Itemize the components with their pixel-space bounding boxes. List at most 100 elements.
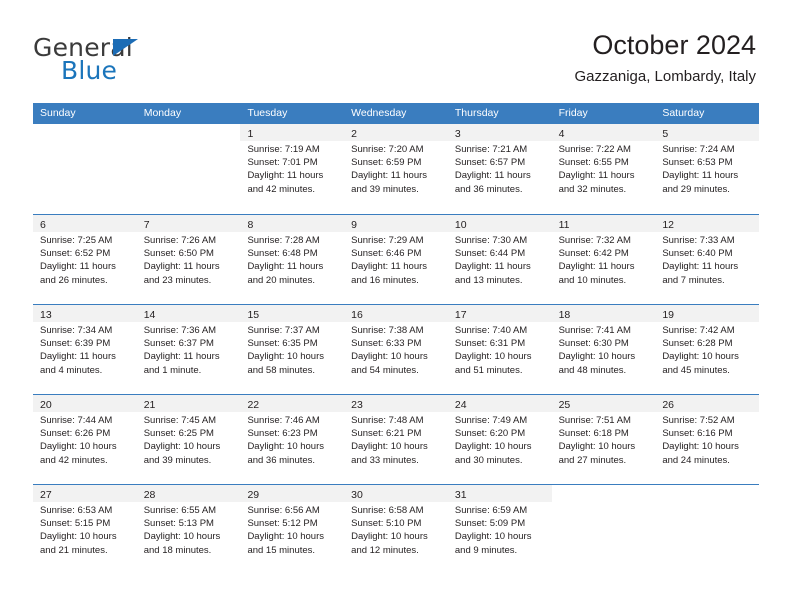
- day-number: 21: [143, 399, 156, 411]
- calendar-day-cell[interactable]: 7 Sunrise: 7:26 AM Sunset: 6:50 PM Daylight…: [136, 215, 241, 304]
- calendar-day-cell[interactable]: 8 Sunrise: 7:28 AM Sunset: 6:48 PM Daylight…: [240, 215, 345, 304]
- sunrise-text: Sunrise: 6:56 AM: [247, 505, 320, 516]
- calendar-grid: Sunday Monday Tuesday Wednesday Thursday…: [33, 103, 760, 574]
- daylight-text-line2: and 27 minutes.: [558, 454, 627, 466]
- sunset-text: Sunset: 5:09 PM: [454, 518, 526, 530]
- day-info: Sunrise: 6:55 AM Sunset: 5:13 PM Daylight:…: [137, 502, 241, 557]
- calendar-day-cell[interactable]: 23 Sunrise: 7:48 AM Sunset: 6:21 PM Dayligh…: [344, 395, 448, 484]
- calendar-day-cell[interactable]: 10 Sunrise: 7:30 AM Sunset: 6:44 PM Dayligh…: [447, 215, 552, 304]
- calendar-day-cell[interactable]: 19 Sunrise: 7:42 AM Sunset: 6:28 PM Dayligh…: [655, 305, 760, 394]
- day-number: 11: [558, 219, 570, 231]
- calendar-day-cell[interactable]: 14 Sunrise: 7:36 AM Sunset: 6:37 PM Dayligh…: [136, 305, 241, 394]
- daylight-text-line2: and 18 minutes.: [143, 544, 212, 556]
- daylight-text-line1: Daylight: 11 hours: [247, 261, 324, 273]
- sunset-text: Sunset: 6:28 PM: [662, 338, 733, 350]
- day-info: Sunrise: 7:48 AM Sunset: 6:21 PM Daylight:…: [344, 412, 448, 467]
- day-number-band: 3: [447, 124, 552, 141]
- daylight-text-line1: Daylight: 11 hours: [558, 170, 635, 182]
- calendar-day-cell[interactable]: 18 Sunrise: 7:41 AM Sunset: 6:30 PM Dayligh…: [551, 305, 656, 394]
- day-number-band: 31: [447, 485, 552, 502]
- daylight-text-line2: and 30 minutes.: [454, 454, 523, 466]
- calendar-day-cell-empty: [551, 485, 656, 574]
- day-info: Sunrise: 7:26 AM Sunset: 6:50 PM Daylight:…: [137, 232, 241, 287]
- calendar-day-cell[interactable]: 27 Sunrise: 6:53 AM Sunset: 5:15 PM Dayligh…: [33, 485, 137, 574]
- calendar-day-cell[interactable]: 21 Sunrise: 7:45 AM Sunset: 6:25 PM Dayligh…: [136, 395, 241, 484]
- day-number: 6: [40, 219, 46, 231]
- calendar-day-cell[interactable]: 30 Sunrise: 6:58 AM Sunset: 5:10 PM Dayligh…: [344, 485, 448, 574]
- sunset-text: Sunset: 6:50 PM: [143, 248, 214, 260]
- calendar-day-cell[interactable]: 16 Sunrise: 7:38 AM Sunset: 6:33 PM Dayligh…: [344, 305, 448, 394]
- daylight-text-line1: Daylight: 10 hours: [454, 531, 532, 543]
- sunset-text: Sunset: 6:42 PM: [558, 248, 629, 260]
- sunrise-text: Sunrise: 7:46 AM: [247, 415, 320, 426]
- daylight-text-line2: and 32 minutes.: [558, 183, 627, 195]
- title-block: October 2024 Gazzaniga, Lombardy, Italy: [575, 28, 756, 86]
- daylight-text-line2: and 7 minutes.: [662, 274, 725, 286]
- day-number-band: 10: [447, 215, 552, 232]
- calendar-day-cell[interactable]: 24 Sunrise: 7:49 AM Sunset: 6:20 PM Dayligh…: [447, 395, 552, 484]
- sunset-text: Sunset: 6:21 PM: [351, 428, 422, 440]
- logo-text-blue: Blue: [61, 56, 118, 85]
- day-number: 25: [558, 399, 571, 411]
- sunrise-text: Sunrise: 6:55 AM: [143, 505, 217, 516]
- calendar-day-cell[interactable]: 2 Sunrise: 7:20 AM Sunset: 6:59 PM Daylight…: [344, 124, 448, 214]
- day-number-band: 2: [344, 124, 448, 141]
- day-info: Sunrise: 7:45 AM Sunset: 6:25 PM Daylight:…: [137, 412, 241, 467]
- day-number: 19: [662, 309, 674, 321]
- sunset-text: Sunset: 6:52 PM: [40, 248, 111, 260]
- calendar-day-cell[interactable]: 25 Sunrise: 7:51 AM Sunset: 6:18 PM Dayligh…: [551, 395, 656, 484]
- calendar-day-cell[interactable]: 22 Sunrise: 7:46 AM Sunset: 6:23 PM Dayligh…: [240, 395, 345, 484]
- day-number: 12: [662, 219, 674, 231]
- day-info: Sunrise: 7:29 AM Sunset: 6:46 PM Daylight:…: [344, 232, 448, 287]
- day-info: Sunrise: 7:42 AM Sunset: 6:28 PM Daylight:…: [655, 322, 759, 377]
- daylight-text-line1: Daylight: 11 hours: [454, 261, 531, 273]
- page-subtitle: Gazzaniga, Lombardy, Italy: [574, 68, 756, 85]
- calendar-day-cell[interactable]: 17 Sunrise: 7:40 AM Sunset: 6:31 PM Dayligh…: [447, 305, 552, 394]
- sunset-text: Sunset: 7:01 PM: [247, 157, 318, 169]
- calendar-day-cell[interactable]: 6 Sunrise: 7:25 AM Sunset: 6:52 PM Daylight…: [33, 215, 137, 304]
- sunset-text: Sunset: 6:31 PM: [454, 338, 526, 350]
- day-info: Sunrise: 7:33 AM Sunset: 6:40 PM Daylight:…: [655, 232, 759, 287]
- daylight-text-line2: and 23 minutes.: [143, 274, 212, 286]
- sunset-text: Sunset: 6:16 PM: [662, 428, 733, 440]
- day-number: 5: [662, 128, 669, 140]
- calendar-day-cell[interactable]: 15 Sunrise: 7:37 AM Sunset: 6:35 PM Dayligh…: [240, 305, 345, 394]
- day-info: Sunrise: 7:24 AM Sunset: 6:53 PM Daylight:…: [655, 141, 759, 196]
- calendar-day-cell[interactable]: 11 Sunrise: 7:32 AM Sunset: 6:42 PM Dayligh…: [551, 215, 656, 304]
- day-info: Sunrise: 7:20 AM Sunset: 6:59 PM Daylight:…: [344, 141, 448, 196]
- daylight-text-line2: and 15 minutes.: [247, 544, 316, 556]
- daylight-text-line2: and 29 minutes.: [662, 183, 730, 195]
- daylight-text-line1: Daylight: 11 hours: [454, 170, 531, 182]
- day-info: Sunrise: 7:21 AM Sunset: 6:57 PM Daylight:…: [448, 141, 552, 196]
- calendar-day-cell[interactable]: 12 Sunrise: 7:33 AM Sunset: 6:40 PM Dayligh…: [655, 215, 760, 304]
- day-number: 22: [247, 399, 260, 411]
- calendar-day-cell[interactable]: 9 Sunrise: 7:29 AM Sunset: 6:46 PM Daylight…: [344, 215, 448, 304]
- calendar-day-cell[interactable]: 1 Sunrise: 7:19 AM Sunset: 7:01 PM Daylight…: [240, 124, 345, 214]
- day-number-band: 25: [551, 395, 656, 412]
- day-info: Sunrise: 7:19 AM Sunset: 7:01 PM Daylight:…: [240, 141, 344, 196]
- daylight-text-line1: Daylight: 10 hours: [558, 441, 636, 453]
- calendar-day-cell[interactable]: 3 Sunrise: 7:21 AM Sunset: 6:57 PM Daylight…: [447, 124, 552, 214]
- calendar-day-cell[interactable]: 31 Sunrise: 6:59 AM Sunset: 5:09 PM Dayligh…: [447, 485, 552, 574]
- day-info: Sunrise: 7:52 AM Sunset: 6:16 PM Daylight:…: [655, 412, 759, 467]
- sunset-text: Sunset: 6:55 PM: [558, 157, 629, 169]
- calendar-day-cell[interactable]: 29 Sunrise: 6:56 AM Sunset: 5:12 PM Dayligh…: [240, 485, 345, 574]
- sunrise-text: Sunrise: 7:49 AM: [454, 415, 528, 426]
- day-number: 24: [454, 399, 467, 411]
- day-info: Sunrise: 7:22 AM Sunset: 6:55 PM Daylight:…: [552, 141, 656, 196]
- daylight-text-line2: and 54 minutes.: [351, 364, 419, 376]
- calendar-day-cell[interactable]: 26 Sunrise: 7:52 AM Sunset: 6:16 PM Dayligh…: [655, 395, 760, 484]
- calendar-week-row: 27 Sunrise: 6:53 AM Sunset: 5:15 PM Dayligh…: [33, 484, 760, 574]
- weekday-header-row: Sunday Monday Tuesday Wednesday Thursday…: [33, 103, 759, 124]
- day-number-band: 27: [33, 485, 137, 502]
- calendar-day-cell[interactable]: 20 Sunrise: 7:44 AM Sunset: 6:26 PM Dayligh…: [33, 395, 137, 484]
- day-number: 2: [351, 128, 357, 140]
- sunrise-text: Sunrise: 6:58 AM: [351, 505, 424, 516]
- calendar-day-cell[interactable]: 4 Sunrise: 7:22 AM Sunset: 6:55 PM Daylight…: [551, 124, 656, 214]
- daylight-text-line1: Daylight: 10 hours: [351, 441, 428, 453]
- generalblue-logo[interactable]: General Blue: [33, 33, 263, 88]
- calendar-day-cell[interactable]: 13 Sunrise: 7:34 AM Sunset: 6:39 PM Dayligh…: [33, 305, 137, 394]
- calendar-day-cell[interactable]: 5 Sunrise: 7:24 AM Sunset: 6:53 PM Daylight…: [655, 124, 760, 214]
- calendar-day-cell[interactable]: 28 Sunrise: 6:55 AM Sunset: 5:13 PM Dayligh…: [136, 485, 241, 574]
- daylight-text-line2: and 48 minutes.: [558, 364, 627, 376]
